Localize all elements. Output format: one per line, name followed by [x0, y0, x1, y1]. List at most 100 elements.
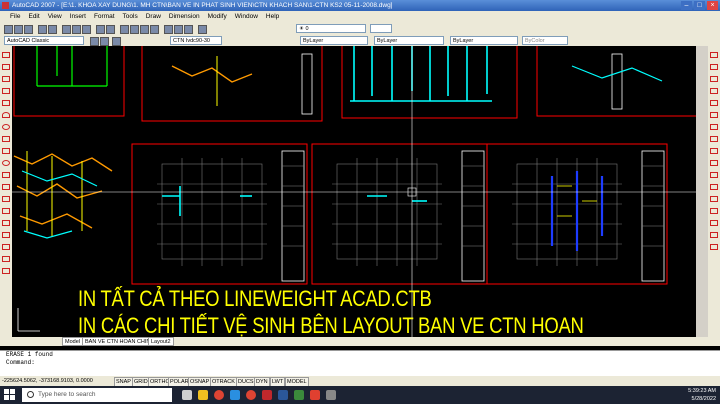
app-icon[interactable]: [294, 390, 304, 400]
open-icon[interactable]: [14, 25, 23, 34]
move-tool-icon[interactable]: [710, 112, 718, 118]
command-prompt[interactable]: Command:: [0, 359, 720, 367]
layer-combo[interactable]: ☀ 0: [296, 24, 366, 33]
pan-icon[interactable]: [120, 25, 129, 34]
menu-insert[interactable]: Insert: [70, 11, 86, 22]
fillet-tool-icon[interactable]: [710, 232, 718, 238]
chamfer-tool-icon[interactable]: [710, 220, 718, 226]
autocad-taskbar-icon[interactable]: [262, 390, 272, 400]
taskbar-search-box[interactable]: Type here to search: [22, 388, 172, 402]
arc-tool-icon[interactable]: [2, 112, 10, 118]
multiline-text-icon[interactable]: [2, 268, 10, 274]
close-button[interactable]: ×: [707, 1, 718, 10]
spline-tool-icon[interactable]: [2, 148, 10, 154]
scale-tool-icon[interactable]: [710, 136, 718, 142]
rotate-tool-icon[interactable]: [710, 124, 718, 130]
lineweight-select[interactable]: ByLayer: [450, 36, 518, 45]
offset-tool-icon[interactable]: [710, 88, 718, 94]
undo-icon[interactable]: [96, 25, 105, 34]
help-icon[interactable]: [198, 25, 207, 34]
tab-ban-ve-ctn-hoan-chinh[interactable]: BAN VE CTN HOAN CHINH: [82, 337, 158, 346]
polyline-tool-icon[interactable]: [2, 76, 10, 82]
copy-icon[interactable]: [72, 25, 81, 34]
menu-file[interactable]: File: [10, 11, 20, 22]
erase-tool-icon[interactable]: [710, 52, 718, 58]
gradient-tool-icon[interactable]: [2, 232, 10, 238]
menu-dimension[interactable]: Dimension: [169, 11, 200, 22]
layer-previous-icon[interactable]: [100, 37, 109, 46]
region-tool-icon[interactable]: [2, 244, 10, 250]
line-tool-icon[interactable]: [2, 52, 10, 58]
autocad-app-icon[interactable]: [2, 2, 9, 9]
explode-tool-icon[interactable]: [710, 244, 718, 250]
plotstyle-select[interactable]: ByColor: [522, 36, 568, 45]
construction-line-icon[interactable]: [2, 64, 10, 70]
layer-manager-icon[interactable]: [90, 37, 99, 46]
stretch-tool-icon[interactable]: [710, 148, 718, 154]
insert-block-icon[interactable]: [2, 184, 10, 190]
cut-icon[interactable]: [62, 25, 71, 34]
file-explorer-icon[interactable]: [198, 390, 208, 400]
zoom-realtime-icon[interactable]: [130, 25, 139, 34]
tab-model[interactable]: Model: [62, 337, 83, 346]
menu-modify[interactable]: Modify: [208, 11, 227, 22]
menu-help[interactable]: Help: [266, 11, 279, 22]
zoom-window-icon[interactable]: [140, 25, 149, 34]
word-icon[interactable]: [278, 390, 288, 400]
make-block-icon[interactable]: [2, 196, 10, 202]
text-style-icon[interactable]: [112, 37, 121, 46]
break-point-icon[interactable]: [710, 184, 718, 190]
minimize-button[interactable]: –: [681, 1, 692, 10]
preview-icon[interactable]: [48, 25, 57, 34]
zoom-previous-icon[interactable]: [150, 25, 159, 34]
vertical-scrollbar[interactable]: [696, 46, 708, 337]
layer-state-combo[interactable]: [370, 24, 392, 33]
color-select[interactable]: ByLayer: [300, 36, 368, 45]
maximize-button[interactable]: □: [694, 1, 705, 10]
new-icon[interactable]: [4, 25, 13, 34]
rectangle-tool-icon[interactable]: [2, 100, 10, 106]
mirror-tool-icon[interactable]: [710, 76, 718, 82]
menu-view[interactable]: View: [48, 11, 62, 22]
chrome-icon[interactable]: [214, 390, 224, 400]
tab-layout2[interactable]: Layout2: [148, 337, 174, 346]
join-tool-icon[interactable]: [710, 208, 718, 214]
menu-window[interactable]: Window: [235, 11, 258, 22]
array-tool-icon[interactable]: [710, 100, 718, 106]
break-tool-icon[interactable]: [710, 196, 718, 202]
trim-tool-icon[interactable]: [710, 160, 718, 166]
linetype-select[interactable]: ByLayer: [374, 36, 444, 45]
tool-palettes-icon[interactable]: [184, 25, 193, 34]
design-center-icon[interactable]: [174, 25, 183, 34]
dimension-style-select[interactable]: CTN Ivdc90-30: [170, 36, 222, 45]
coordinate-readout: -225624.5062, -373168.9103, 0.0000: [2, 378, 93, 384]
system-clock[interactable]: 5:39:23 AM 5/28/2022: [688, 387, 716, 403]
windows-start-icon[interactable]: [4, 389, 16, 401]
copy-tool-icon[interactable]: [710, 64, 718, 70]
recorder-icon[interactable]: [310, 390, 320, 400]
save-icon[interactable]: [24, 25, 33, 34]
app-icon-2[interactable]: [326, 390, 336, 400]
ellipse-arc-icon[interactable]: [2, 172, 10, 178]
command-window[interactable]: ERASE 1 found Command:: [0, 350, 720, 377]
revision-cloud-icon[interactable]: [2, 136, 10, 142]
menu-tools[interactable]: Tools: [123, 11, 138, 22]
workspace-select[interactable]: AutoCAD Classic: [4, 36, 84, 45]
point-tool-icon[interactable]: [2, 208, 10, 214]
table-tool-icon[interactable]: [2, 256, 10, 262]
menu-format[interactable]: Format: [94, 11, 115, 22]
menu-edit[interactable]: Edit: [28, 11, 39, 22]
circle-tool-icon[interactable]: [2, 124, 10, 130]
redo-icon[interactable]: [106, 25, 115, 34]
paste-icon[interactable]: [82, 25, 91, 34]
polygon-tool-icon[interactable]: [2, 88, 10, 94]
print-icon[interactable]: [38, 25, 47, 34]
hatch-tool-icon[interactable]: [2, 220, 10, 226]
edge-icon[interactable]: [230, 390, 240, 400]
extend-tool-icon[interactable]: [710, 172, 718, 178]
ellipse-tool-icon[interactable]: [2, 160, 10, 166]
menu-draw[interactable]: Draw: [146, 11, 161, 22]
properties-icon[interactable]: [164, 25, 173, 34]
chrome-profile-icon[interactable]: [246, 390, 256, 400]
task-view-icon[interactable]: [182, 390, 192, 400]
